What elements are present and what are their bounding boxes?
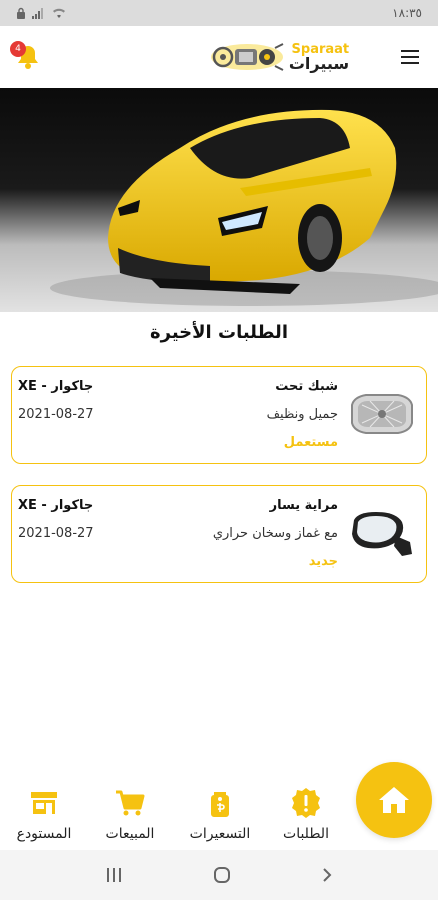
order-condition: جديد xyxy=(308,554,338,569)
signal-icon xyxy=(32,8,43,19)
system-navigation-bar xyxy=(0,850,438,900)
grille-part-image xyxy=(351,394,413,434)
order-condition: مستعمل xyxy=(283,435,338,450)
back-chevron-icon[interactable] xyxy=(320,866,334,884)
recent-orders-title: الطلبات الأخيرة xyxy=(150,322,288,343)
side-mirror-part-image xyxy=(352,512,412,556)
nav-pricing[interactable]: التسعيرات xyxy=(180,786,260,842)
logo-wordmark: Sparaat سبيرات xyxy=(289,43,349,72)
hero-banner xyxy=(0,88,438,312)
app-header: 4 Sparaat سبيرات xyxy=(0,26,438,88)
menu-icon-bar xyxy=(401,62,419,64)
order-description: جميل ونظيف xyxy=(266,407,338,422)
wifi-icon xyxy=(53,8,65,18)
nav-pricing-label: التسعيرات xyxy=(189,826,251,842)
nav-orders[interactable]: الطلبات xyxy=(266,786,346,842)
home-button[interactable] xyxy=(356,762,432,838)
order-car: جاكوار - XE xyxy=(18,498,94,513)
nav-orders-label: الطلبات xyxy=(283,826,329,842)
status-icons xyxy=(16,7,66,19)
app-logo: Sparaat سبيرات xyxy=(209,40,349,74)
notification-badge: 4 xyxy=(10,41,26,57)
order-car: جاكوار - XE xyxy=(18,379,94,394)
order-part-name: مراية يسار xyxy=(269,498,338,513)
price-tag-icon xyxy=(211,792,229,817)
lock-icon xyxy=(17,7,25,19)
nav-sales[interactable]: المبيعات xyxy=(90,786,170,842)
logo-text-ar: سبيرات xyxy=(288,53,350,73)
menu-icon-bar xyxy=(401,50,419,52)
nav-warehouse[interactable]: المستودع xyxy=(4,786,84,842)
status-bar: ١٨:٣٥ xyxy=(0,0,438,26)
order-card[interactable]: شبك تحت جميل ونظيف مستعمل جاكوار - XE 20… xyxy=(11,366,427,464)
menu-icon-bar xyxy=(401,56,419,58)
order-date: 2021-08-27 xyxy=(18,407,94,422)
home-icon xyxy=(379,787,409,813)
home-circle-icon[interactable] xyxy=(212,865,232,885)
status-time: ١٨:٣٥ xyxy=(392,6,422,20)
sports-car-image xyxy=(50,109,438,306)
nav-warehouse-label: المستودع xyxy=(16,826,72,842)
store-icon xyxy=(31,792,57,814)
order-part-name: شبك تحت xyxy=(275,379,338,394)
notifications-button[interactable]: 4 xyxy=(10,37,46,77)
shopping-cart-icon xyxy=(116,790,145,816)
alert-badge-icon xyxy=(292,788,320,818)
recent-apps-icon[interactable] xyxy=(104,866,124,884)
order-date: 2021-08-27 xyxy=(18,526,94,541)
order-description: مع غماز وسخان حراري xyxy=(212,526,338,541)
app-screen: ١٨:٣٥ 4 Sparaat سبيرات الطلبات الأخيرة ش… xyxy=(0,0,438,900)
menu-button[interactable] xyxy=(392,39,428,75)
logo-parts-graphic xyxy=(210,43,284,71)
nav-sales-label: المبيعات xyxy=(105,826,155,842)
order-card[interactable]: مراية يسار مع غماز وسخان حراري جديد جاكو… xyxy=(11,485,427,583)
